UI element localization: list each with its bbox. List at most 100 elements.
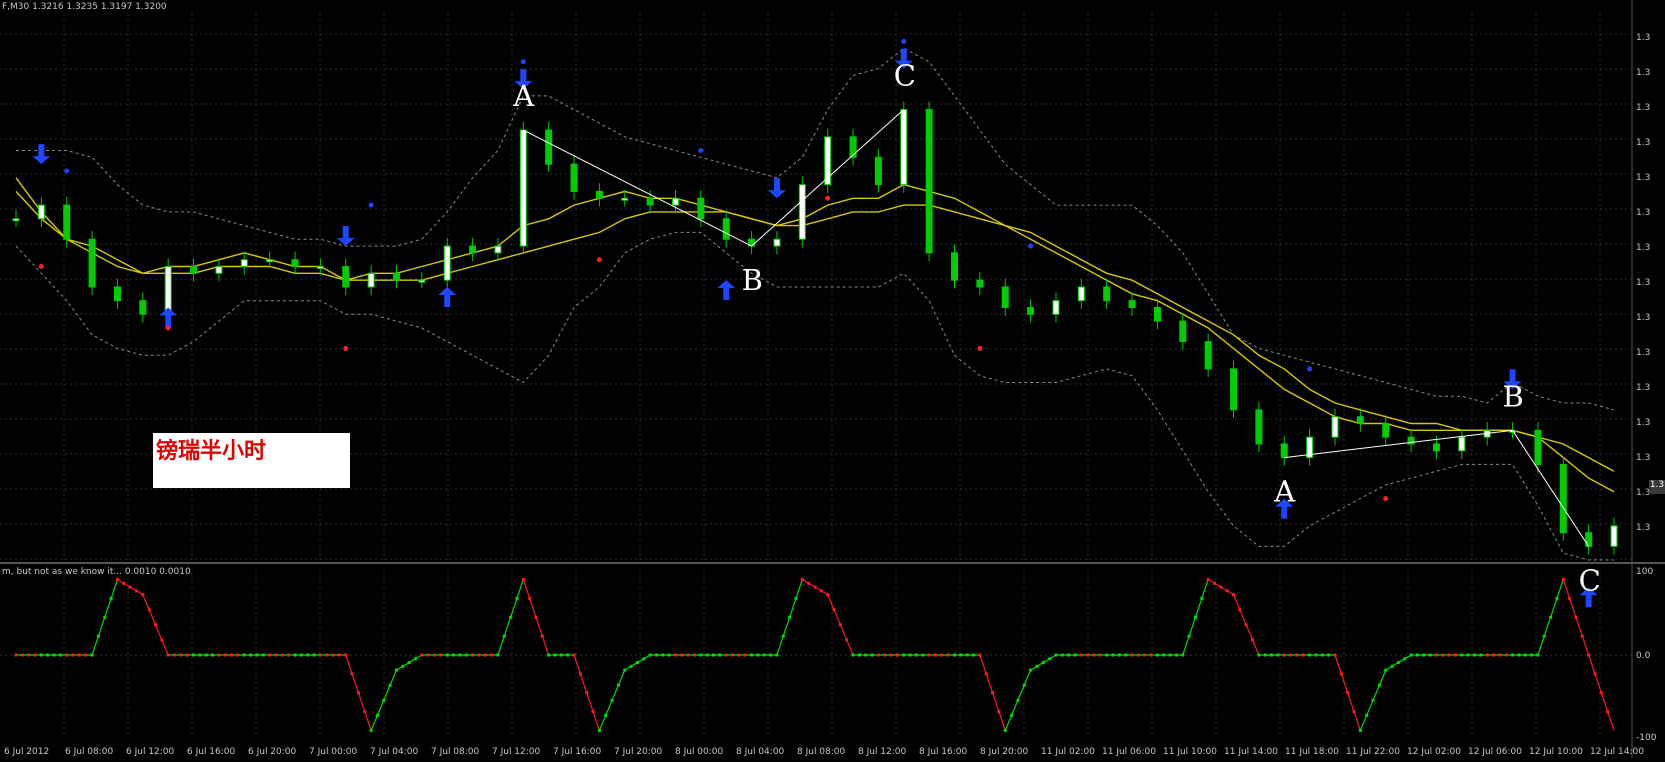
chart-svg[interactable]: A B C A B C 6 Jul 2012 6 Jul 08:00 6 Jul 12:00 6… (0, 0, 1665, 758)
osc-point (972, 653, 976, 657)
y-tick-label: 1.3 (1636, 313, 1650, 323)
candle-body (1559, 463, 1567, 534)
x-tick-label: 6 Jul 08:00 (65, 747, 114, 757)
osc-point (1422, 653, 1426, 657)
osc-point (1124, 653, 1128, 657)
osc-point (946, 653, 950, 657)
osc-point (1352, 710, 1356, 714)
abc-label-C2: C (1579, 563, 1601, 597)
candle-body (494, 245, 502, 254)
osc-point (134, 589, 138, 593)
osc-point (959, 653, 963, 657)
candle-body (443, 245, 451, 281)
blue-dot-marker (901, 38, 907, 44)
osc-point (604, 713, 608, 717)
candle-body (1432, 443, 1440, 452)
osc-point (344, 653, 348, 657)
osc-point (39, 653, 43, 657)
osc-point (96, 634, 100, 638)
osc-point (185, 653, 189, 657)
osc-point (420, 653, 424, 657)
osc-point (1073, 653, 1077, 657)
candle-body (773, 238, 781, 247)
osc-point (762, 653, 766, 657)
osc-point (27, 653, 31, 657)
osc-point (1136, 653, 1140, 657)
red-dot-marker (165, 325, 171, 331)
osc-point (1530, 653, 1534, 657)
osc-point (1568, 596, 1572, 600)
osc-point (1346, 691, 1350, 695)
osc-point (838, 623, 842, 627)
osc-point (464, 653, 468, 657)
osc-point (578, 672, 582, 676)
candle-body (1458, 436, 1466, 452)
blue-dot-marker (520, 59, 526, 65)
osc-point (1193, 615, 1197, 619)
osc-point (1162, 653, 1166, 657)
osc-point (629, 664, 633, 668)
y-tick-label: 1.3 (1636, 243, 1650, 253)
osc-point (813, 585, 817, 589)
abc-label-B1: B (742, 263, 763, 297)
osc-point (750, 653, 754, 657)
x-tick-label: 12 Jul 02:00 (1407, 747, 1461, 757)
osc-point (1187, 634, 1191, 638)
osc-point (71, 653, 75, 657)
candle-body (621, 197, 629, 201)
osc-point (1365, 713, 1369, 717)
osc-point (1238, 608, 1242, 612)
candle-body (1610, 525, 1618, 547)
y-tick-label: 1.3 (1636, 138, 1650, 148)
osc-point (699, 653, 703, 657)
osc-point (280, 653, 284, 657)
osc-point (1244, 623, 1248, 627)
osc-point (369, 728, 373, 732)
osc-point (242, 653, 246, 657)
red-dot-marker (825, 195, 831, 201)
osc-point (1555, 596, 1559, 600)
osc-point (223, 653, 227, 657)
osc-point (693, 653, 697, 657)
candle-body (367, 272, 375, 288)
osc-point (635, 661, 639, 665)
osc-point (1377, 683, 1381, 687)
candle-body (139, 300, 147, 315)
blue-dot-marker (698, 148, 704, 153)
osc-point (65, 653, 69, 657)
osc-point (1320, 653, 1324, 657)
osc-point (553, 653, 557, 657)
osc-point (1479, 653, 1483, 657)
osc-point (1016, 698, 1020, 702)
osc-point (141, 593, 145, 597)
osc-point (452, 653, 456, 657)
osc-point (1599, 691, 1603, 695)
osc-point (940, 653, 944, 657)
osc-point (14, 653, 18, 657)
candle-body (545, 129, 553, 165)
current-price-tag: 1.3 (1649, 480, 1665, 494)
osc-point (287, 653, 291, 657)
osc-point (1587, 653, 1591, 657)
candle-body (342, 266, 350, 288)
osc-point (445, 653, 449, 657)
red-dot-marker (343, 345, 349, 351)
blue-dot-marker (1307, 366, 1313, 372)
indicator-header: m, but not as we know it... 0.0010 0.001… (2, 567, 191, 577)
candle-body (1356, 416, 1364, 424)
osc-point (1384, 668, 1388, 672)
osc-point (991, 691, 995, 695)
osc-point (851, 653, 855, 657)
osc-point (1593, 672, 1597, 676)
osc-point (1358, 728, 1362, 732)
osc-point (1472, 653, 1476, 657)
osc-point (895, 653, 899, 657)
osc-point (1225, 589, 1229, 593)
candle-body (12, 218, 20, 222)
osc-point (737, 653, 741, 657)
candle-body (671, 197, 679, 206)
osc-point (1434, 653, 1438, 657)
candle-body (697, 197, 705, 220)
osc-point (984, 672, 988, 676)
osc-point (902, 653, 906, 657)
